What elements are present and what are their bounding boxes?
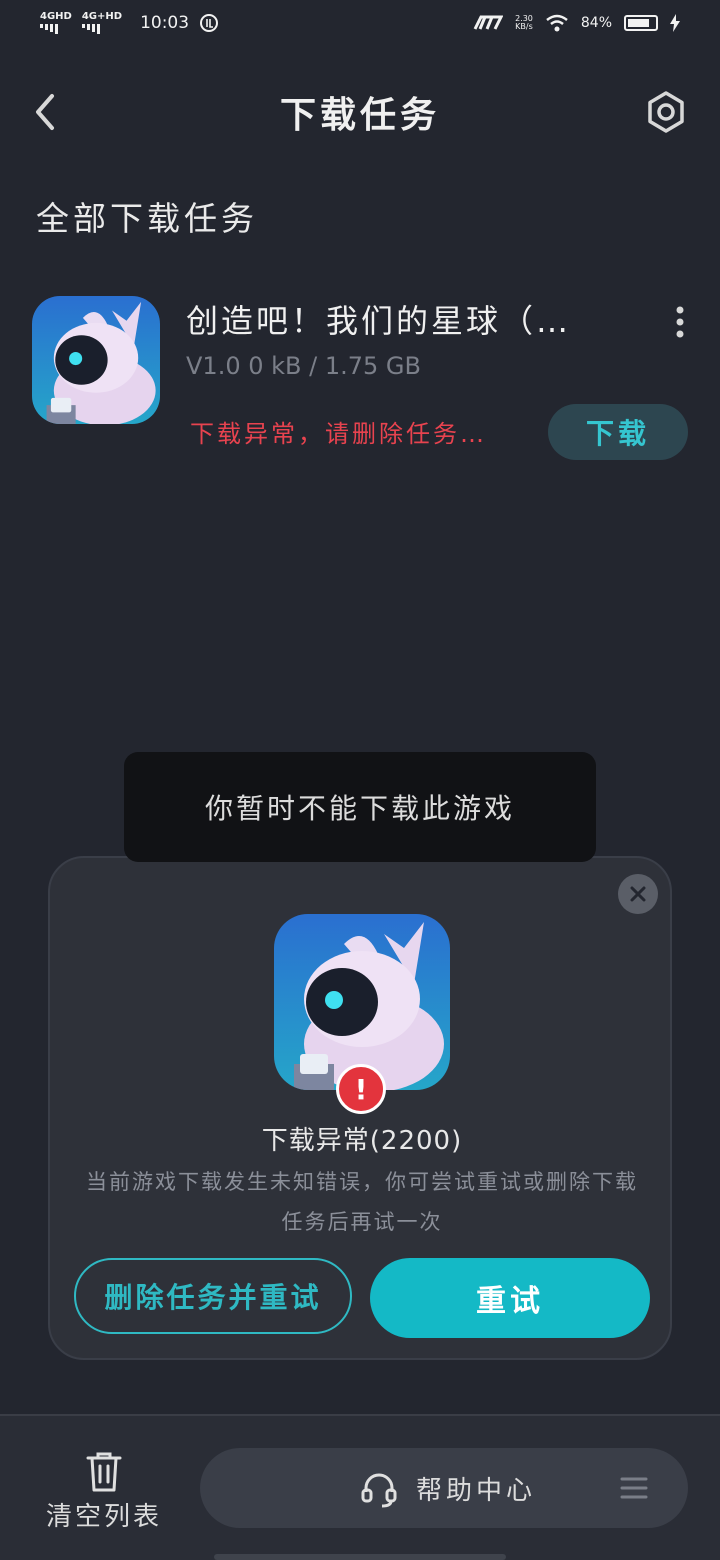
home-indicator[interactable] [214,1554,506,1560]
page-title: 下载任务 [279,95,440,136]
network-type-2: 4G+HD [81,11,123,22]
section-title: 全部下载任务 [36,199,258,238]
more-options-icon[interactable] [670,304,690,340]
signal-1: 4GHD [40,12,72,34]
clear-list-button[interactable]: 清空列表 [46,1496,162,1533]
status-bar: 4GHD 4G+HD 10:03 2.30 KB/s 84% [0,0,720,56]
toast-message: 你暂时不能下载此游戏 [124,752,596,862]
dialog-description: 当前游戏下载发生未知错误，你可尝试重试或删除下载任务后再试一次 [86,1170,638,1234]
headset-icon [360,1470,398,1508]
settings-icon[interactable] [644,90,688,134]
version-size: V1.0 0 kB / 1.75 GB [186,352,421,380]
download-error-text: 下载异常，请删除任务… [190,420,487,448]
retry-button[interactable]: 重试 [370,1258,650,1338]
charging-icon [670,14,680,32]
net-speed: 2.30 KB/s [515,15,533,31]
network-type-1: 4GHD [40,11,72,22]
bottom-bar: 清空列表 帮助中心 [0,1414,720,1560]
status-right: 2.30 KB/s 84% [473,14,680,32]
close-icon[interactable] [618,874,658,914]
dialog-title: 下载异常(2200) [261,1126,463,1156]
signal-bars-icon [40,24,58,34]
help-center-label: 帮助中心 [416,1476,537,1506]
help-center-button[interactable]: 帮助中心 [200,1448,688,1528]
status-left: 4GHD 4G+HD 10:03 [40,12,219,34]
menu-icon[interactable] [620,1476,648,1500]
game-icon[interactable] [32,296,160,424]
download-button[interactable]: 下载 [548,404,688,460]
carrier-logo-icon [473,15,504,30]
alert-icon: ! [336,1064,386,1114]
signal-bars-icon [81,24,100,34]
signal-2: 4G+HD [81,11,123,34]
game-name: 创造吧！我们的星球（… [186,302,572,340]
delete-and-retry-button[interactable]: 删除任务并重试 [74,1258,352,1334]
wifi-icon [546,14,568,32]
clock: 10:03 [140,13,190,33]
error-dialog: ! 下载异常(2200) 当前游戏下载发生未知错误，你可尝试重试或删除下载任务后… [48,856,672,1360]
battery-icon [624,15,658,31]
battery-percent: 84% [580,15,612,31]
trash-icon[interactable] [84,1450,124,1494]
notification-icon [200,14,219,32]
net-speed-unit: KB/s [515,22,533,31]
